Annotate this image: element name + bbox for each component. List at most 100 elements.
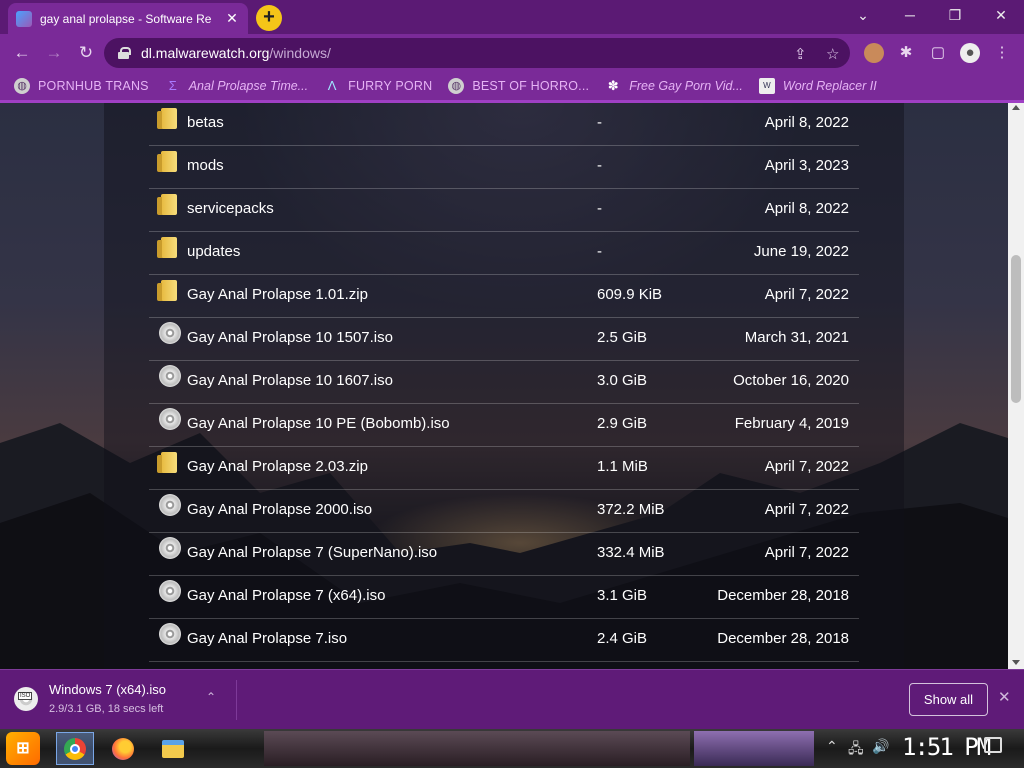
taskbar-clock[interactable]: 1:51 PM (902, 733, 991, 761)
tray-chevron-icon[interactable]: ⌃ (826, 738, 838, 755)
sigma-icon: Σ (168, 78, 177, 93)
bookmark-item[interactable]: Λ FURRY PORN (324, 78, 432, 94)
notification-icon[interactable] (984, 737, 1002, 753)
file-row[interactable]: updates - June 19, 2022 (149, 232, 859, 275)
disc-image-icon (159, 623, 181, 645)
lambda-icon: Λ (327, 78, 337, 93)
file-name-link[interactable]: Gay Anal Prolapse 10 1607.iso (187, 372, 393, 389)
folder-icon (162, 739, 184, 758)
scroll-down-icon[interactable] (1012, 660, 1020, 665)
file-size: 2.9 GiB (597, 415, 648, 432)
page-scrollbar[interactable] (1008, 103, 1024, 669)
file-name-link[interactable]: Gay Anal Prolapse 2000.iso (187, 501, 372, 518)
disc-image-icon (159, 494, 181, 516)
file-size: 332.4 MiB (597, 544, 665, 561)
start-button[interactable]: ⊞ (6, 732, 40, 765)
tab-search-icon[interactable]: ⌄ (848, 4, 878, 28)
file-name-link[interactable]: Gay Anal Prolapse 7 (x64).iso (187, 587, 385, 604)
file-size: 1.1 MiB (597, 458, 648, 475)
page-viewport: betas - April 8, 2022 mods - April 3, 2023 ser… (0, 103, 1024, 669)
new-tab-button[interactable]: + (256, 5, 282, 31)
bookmark-item[interactable]: ◍ PORNHUB TRANS (14, 78, 149, 94)
tab-close-icon[interactable]: ✕ (224, 10, 240, 27)
file-row[interactable]: Gay Anal Prolapse 10 1507.iso 2.5 GiB Marc… (149, 318, 859, 361)
close-window-button[interactable]: ✕ (986, 4, 1016, 28)
file-row[interactable]: Gay Anal Prolapse 1.01.zip 609.9 KiB April… (149, 275, 859, 318)
reload-button[interactable]: ↻ (74, 42, 98, 64)
disc-image-icon (159, 408, 181, 430)
file-row[interactable]: Gay Anal Prolapse 7 (SuperNano).iso 332.4… (149, 533, 859, 576)
url-path: /windows/ (269, 45, 331, 61)
file-date: April 7, 2022 (764, 458, 849, 475)
back-button[interactable]: ← (10, 42, 34, 64)
file-name-link[interactable]: servicepacks (187, 200, 274, 217)
tab-active[interactable]: gay anal prolapse - Software Re ✕ (8, 3, 248, 34)
stamp-icon: ✽ (607, 78, 619, 93)
file-row[interactable]: Gay Anal Prolapse 10 1607.iso 3.0 GiB Octo… (149, 361, 859, 404)
file-size: 2.5 GiB (597, 329, 648, 346)
scroll-up-icon[interactable] (1012, 105, 1020, 110)
chevron-up-icon[interactable]: ⌃ (206, 690, 216, 704)
download-shelf: Windows 7 (x64).iso 2.9/3.1 GB, 18 secs … (0, 669, 1024, 729)
scrollbar-thumb[interactable] (1011, 255, 1021, 403)
file-size: 3.1 GiB (597, 587, 648, 604)
file-name-link[interactable]: Gay Anal Prolapse 10 1507.iso (187, 329, 393, 346)
file-name-link[interactable]: Gay Anal Prolapse 2.03.zip (187, 458, 368, 475)
download-filename[interactable]: Windows 7 (x64).iso (49, 682, 166, 697)
bookmark-item[interactable]: ✽ Free Gay Porn Vid... (605, 78, 743, 94)
download-divider (236, 680, 237, 720)
file-row[interactable]: Gay Anal Prolapse 2000.iso 372.2 MiB April… (149, 490, 859, 533)
disc-image-icon (159, 537, 181, 559)
file-date: December 28, 2018 (717, 630, 849, 647)
taskbar-firefox[interactable] (104, 732, 142, 765)
maximize-button[interactable]: ❐ (940, 4, 970, 28)
minimize-button[interactable]: ─ (895, 4, 925, 28)
file-name-link[interactable]: updates (187, 243, 240, 260)
folder-icon (157, 194, 177, 215)
taskbar: ⊞ ⌃ 🖧 🔊 1:51 PM (0, 729, 1024, 768)
file-name-link[interactable]: mods (187, 157, 224, 174)
wr-icon: W (758, 78, 775, 94)
file-row[interactable]: mods - April 3, 2023 (149, 146, 859, 189)
bookmark-item[interactable]: W Word Replacer II (758, 78, 877, 94)
show-all-button[interactable]: Show all (909, 683, 988, 716)
site-favicon-icon (16, 10, 32, 27)
volume-icon[interactable]: 🔊 (872, 738, 889, 755)
bookmark-label: Free Gay Porn Vid... (629, 79, 743, 93)
taskbar-deco (694, 731, 814, 766)
taskbar-file-explorer[interactable] (154, 732, 192, 765)
file-size: - (597, 157, 602, 174)
lock-icon[interactable] (118, 47, 131, 59)
file-date: February 4, 2019 (734, 415, 849, 432)
file-name-link[interactable]: Gay Anal Prolapse 10 PE (Bobomb).iso (187, 415, 450, 432)
taskbar-chrome[interactable] (56, 732, 94, 765)
bookmark-star-icon[interactable]: ☆ (826, 45, 839, 63)
menu-kebab-icon[interactable]: ⋮ (992, 43, 1012, 63)
file-row[interactable]: Gay Anal Prolapse 2.03.zip 1.1 MiB April 7… (149, 447, 859, 490)
bookmark-item[interactable]: Σ Anal Prolapse Time... (165, 78, 308, 94)
forward-button[interactable]: → (42, 42, 66, 64)
extensions-puzzle-icon[interactable]: ✱ (896, 43, 916, 63)
file-name-link[interactable]: Gay Anal Prolapse 7 (SuperNano).iso (187, 544, 437, 561)
file-name-link[interactable]: betas (187, 114, 224, 131)
disc-image-icon (159, 580, 181, 602)
file-row[interactable]: Gay Anal Prolapse 7.iso 2.4 GiB December 2… (149, 619, 859, 662)
file-row[interactable]: Gay Anal Prolapse 7 (x64).iso 3.1 GiB Dece… (149, 576, 859, 619)
close-shelf-icon[interactable]: ✕ (998, 688, 1011, 706)
file-name-link[interactable]: Gay Anal Prolapse 1.01.zip (187, 286, 368, 303)
extension-avatar-icon[interactable] (864, 43, 884, 63)
bookmark-item[interactable]: ◍ BEST OF HORRO... (448, 78, 589, 94)
profile-avatar-icon[interactable]: ● (960, 43, 980, 63)
tab-strip: gay anal prolapse - Software Re ✕ + ⌄ ─ … (0, 0, 1024, 34)
address-bar[interactable]: dl.malwarewatch.org/windows/ ⇪ ☆ (104, 38, 850, 68)
disc-image-icon (159, 322, 181, 344)
side-panel-icon[interactable]: ▢ (928, 43, 948, 63)
network-icon[interactable]: 🖧 (848, 738, 864, 762)
file-row[interactable]: betas - April 8, 2022 (149, 103, 859, 146)
iso-file-icon (14, 687, 38, 711)
file-row[interactable]: servicepacks - April 8, 2022 (149, 189, 859, 232)
share-icon[interactable]: ⇪ (794, 45, 807, 63)
tab-title: gay anal prolapse - Software Re (40, 11, 212, 26)
file-name-link[interactable]: Gay Anal Prolapse 7.iso (187, 630, 347, 647)
file-row[interactable]: Gay Anal Prolapse 10 PE (Bobomb).iso 2.9 … (149, 404, 859, 447)
